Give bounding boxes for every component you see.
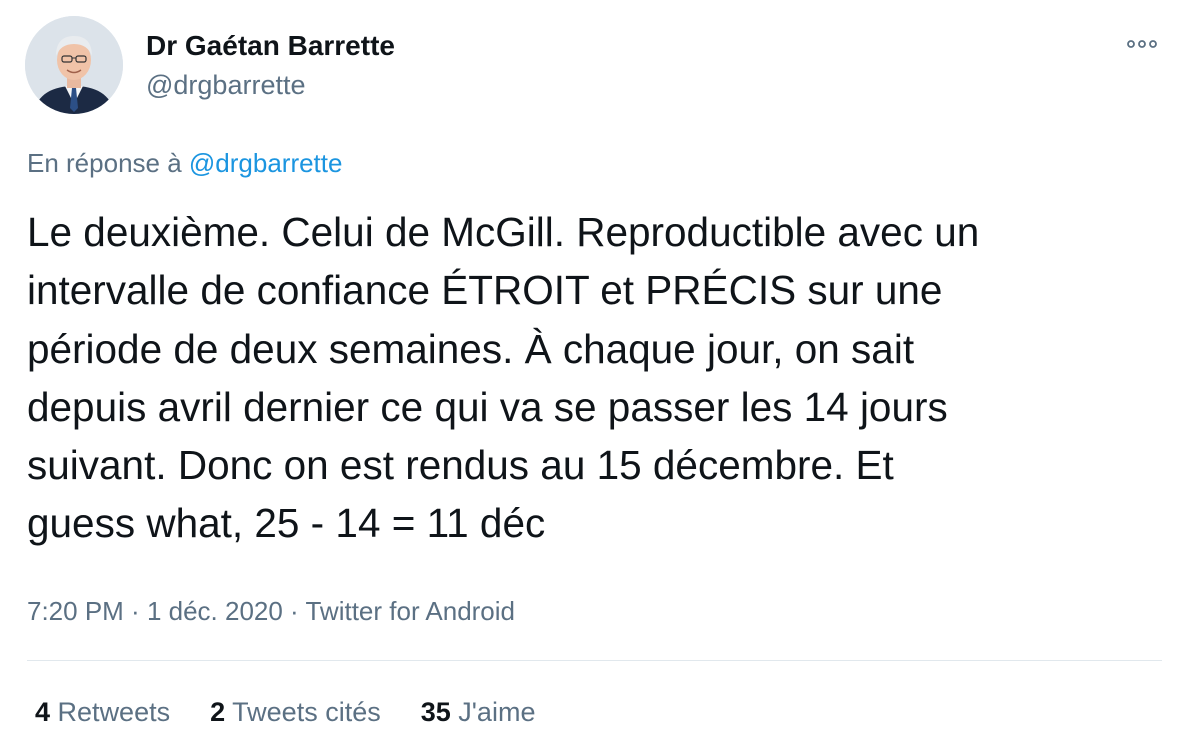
tweet-source-link[interactable]: Twitter for Android [305,596,515,626]
tweet-card: Dr Gaétan Barrette @drgbarrette En répon… [0,0,1194,756]
likes-label: J'aime [458,697,536,727]
retweets-count: 4 [35,697,51,727]
engagement-stats: 4 Retweets 2 Tweets cités 35 J'aime [35,695,575,729]
tweet-time[interactable]: 7:20 PM [27,596,124,626]
author-display-name[interactable]: Dr Gaétan Barrette [146,29,395,63]
more-options-icon [1127,40,1157,48]
reply-mention-link[interactable]: @drgbarrette [189,148,343,178]
tweet-metadata: 7:20 PM · 1 déc. 2020 · Twitter for Andr… [27,594,515,628]
tweet-date[interactable]: 1 déc. 2020 [147,596,283,626]
more-options-button[interactable] [1120,30,1164,58]
divider [27,660,1162,661]
likes-stat[interactable]: 35 J'aime [421,695,536,729]
reply-context: En réponse à @drgbarrette [27,146,342,180]
quote-tweets-label: Tweets cités [232,697,381,727]
meta-separator: · [282,596,306,626]
quote-tweets-count: 2 [210,697,226,727]
retweets-stat[interactable]: 4 Retweets [35,695,170,729]
avatar[interactable] [25,16,123,114]
author-handle[interactable]: @drgbarrette [146,68,305,102]
tweet-text: Le deuxième. Celui de McGill. Reproducti… [27,209,980,547]
retweets-label: Retweets [57,697,171,727]
meta-separator: · [123,596,147,626]
quote-tweets-stat[interactable]: 2 Tweets cités [210,695,381,729]
likes-count: 35 [420,697,451,727]
profile-photo [25,16,123,114]
reply-prefix: En réponse à [27,148,189,178]
